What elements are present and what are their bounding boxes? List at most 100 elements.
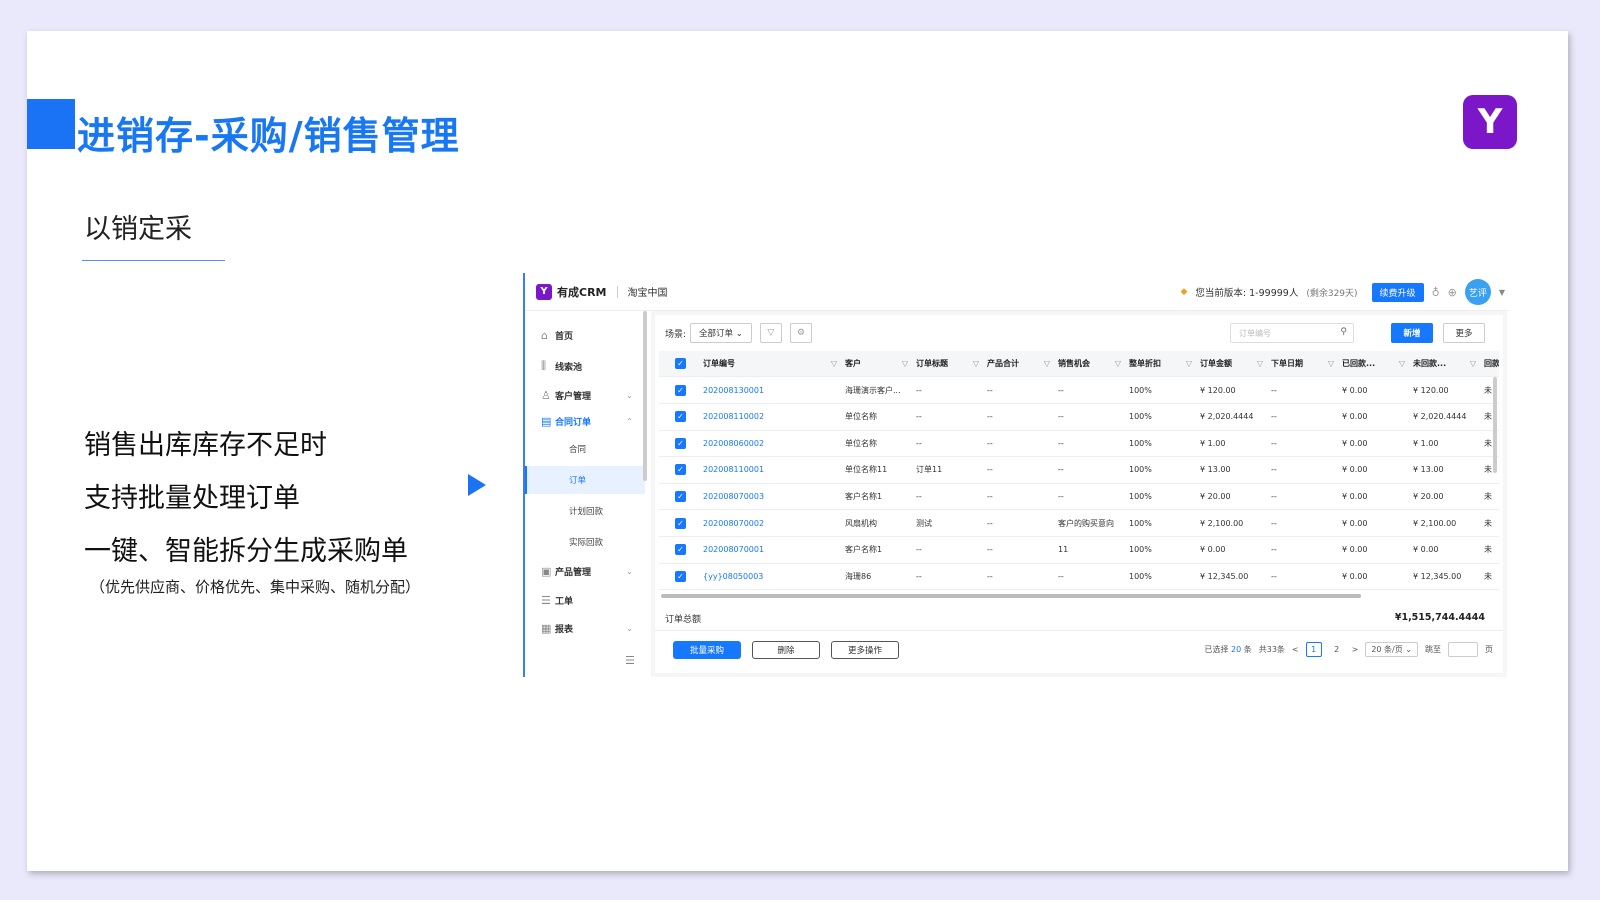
sidebar-item-tickets[interactable]: ☰ 工单 — [525, 586, 645, 614]
filter-bar: 场景: 全部订单 ⌄ ▽ ⚙ — [655, 315, 1503, 351]
sidebar-item-leads[interactable]: ⫼ 线索池 — [525, 352, 645, 380]
upgrade-button[interactable]: 续费升级 — [1371, 282, 1424, 302]
new-button[interactable]: 新增 — [1391, 323, 1433, 343]
row-checkbox[interactable]: ✓ — [675, 464, 686, 476]
page-size-select[interactable]: 20 条/页 ⌄ — [1365, 642, 1418, 657]
next-page-icon[interactable]: > — [1352, 645, 1359, 654]
table-row[interactable]: ✓ 202008070002 风扇机构 测试 -- 客户的购买意向 100% ¥ 2,100.… — [659, 510, 1499, 537]
cell-order-no[interactable]: 202008070003 — [699, 483, 841, 509]
filter-icon[interactable]: ▽ — [1328, 359, 1334, 368]
shirt-icon[interactable]: ♁ — [1432, 286, 1440, 299]
select-all-cell: ✓ — [659, 351, 699, 376]
table-row[interactable]: ✓ 202008110001 单位名称11 订单11 -- -- 100% ¥ 13.00 --… — [659, 457, 1499, 484]
chevron-down-icon[interactable]: ▼ — [1499, 288, 1505, 297]
header-order-title[interactable]: 订单标题 ▽ — [912, 351, 983, 376]
select-all-checkbox[interactable]: ✓ — [675, 358, 686, 369]
filter-icon[interactable]: ▽ — [902, 359, 908, 368]
header-order-date[interactable]: 下单日期 ▽ — [1267, 351, 1338, 376]
filter-icon[interactable]: ▽ — [1186, 359, 1192, 368]
cell-opportunity: -- — [1058, 412, 1064, 422]
header-order-no[interactable]: 订单编号 ▽ — [699, 351, 841, 376]
search-icon[interactable]: ⚲ — [1340, 327, 1347, 337]
filter-icon[interactable]: ▽ — [831, 359, 837, 368]
header-label: 未回款... — [1413, 359, 1447, 368]
header-product-total[interactable]: 产品合计 ▽ — [983, 351, 1054, 376]
filter-icon[interactable]: ▽ — [1399, 359, 1405, 368]
collapse-menu-icon[interactable]: ☰ — [625, 654, 635, 667]
cell-order-title: -- — [916, 571, 922, 581]
horizontal-scrollbar[interactable] — [661, 594, 1361, 598]
sidebar-sub-planned-payment[interactable]: 计划回款 — [525, 497, 645, 525]
header-discount[interactable]: 整单折扣 ▽ — [1125, 351, 1196, 376]
sidebar-item-products[interactable]: ▣ 产品管理 ⌄ — [525, 557, 645, 585]
cell-order-no[interactable]: 202008130001 — [699, 377, 841, 403]
page-1[interactable]: 1 — [1305, 642, 1322, 657]
row-select-cell: ✓ — [659, 404, 699, 430]
filter-icon[interactable]: ▽ — [973, 359, 979, 368]
sidebar-sub-orders[interactable]: 订单 — [525, 466, 645, 494]
cell-order-no[interactable]: 202008070002 — [699, 510, 841, 536]
selected-info: 已选择 20 条 — [1204, 644, 1251, 655]
table-row[interactable]: ✓ 202008070001 客户名称1 -- -- 11 100% ¥ 0.00 -- ¥ 0.… — [659, 537, 1499, 564]
filter-button[interactable]: ▽ — [759, 323, 782, 343]
settings-button[interactable]: ⚙ — [789, 323, 812, 343]
avatar[interactable]: 艺评 — [1464, 279, 1491, 305]
header-customer[interactable]: 客户 ▽ — [841, 351, 912, 376]
sidebar-item-home[interactable]: ⌂ 首页 — [525, 321, 645, 349]
cell-order-no[interactable]: 202008070001 — [699, 537, 841, 563]
filter-icon[interactable]: ▽ — [1257, 359, 1263, 368]
cell-product-total: -- — [987, 491, 993, 501]
batch-purchase-button[interactable]: 批量采购 — [673, 641, 741, 659]
sidebar-item-label: 合同订单 — [555, 417, 592, 428]
company-name[interactable]: 淘宝中国 — [628, 284, 668, 299]
totals-row: 订单总额 ¥1,515,744.4444 — [655, 605, 1503, 631]
bars-icon: ⫼ — [541, 359, 547, 372]
globe-icon[interactable]: ⊕ — [1448, 286, 1457, 299]
sidebar-item-contracts[interactable]: ▤ 合同订单 ⌃ — [525, 407, 645, 435]
cell-received: ¥ 0.00 — [1342, 385, 1368, 395]
sidebar-scrollbar[interactable] — [643, 311, 647, 481]
more-actions-button[interactable]: 更多操作 — [831, 641, 899, 659]
filter-icon[interactable]: ▽ — [1470, 359, 1476, 368]
jump-page-input[interactable] — [1448, 642, 1478, 657]
cell-order-no[interactable]: 202008110002 — [699, 404, 841, 430]
header-unreceived[interactable]: 未回款... ▽ — [1409, 351, 1480, 376]
header-received[interactable]: 已回款... ▽ — [1338, 351, 1409, 376]
cell-order-no[interactable]: 202008060002 — [699, 430, 841, 456]
cell-order-no[interactable]: 202008110001 — [699, 457, 841, 483]
row-checkbox[interactable]: ✓ — [675, 384, 686, 396]
table-row[interactable]: ✓ {yy}08050003 海珊86 -- -- -- 100% ¥ 12,345.00 --… — [659, 563, 1499, 591]
row-checkbox[interactable]: ✓ — [675, 437, 686, 449]
vertical-scrollbar[interactable] — [1493, 377, 1497, 473]
cell-order-no[interactable]: {yy}08050003 — [699, 563, 841, 589]
filter-icon[interactable]: ▽ — [1115, 359, 1121, 368]
row-checkbox[interactable]: ✓ — [675, 570, 686, 582]
sidebar-item-label: 产品管理 — [555, 567, 592, 578]
row-checkbox[interactable]: ✓ — [675, 411, 686, 423]
search-input[interactable]: 订单编号 ⚲ — [1230, 323, 1354, 343]
sidebar-sub-actual-payment[interactable]: 实际回款 — [525, 528, 645, 556]
table-row[interactable]: ✓ 202008110002 单位名称 -- -- -- 100% ¥ 2,020.4444 -… — [659, 404, 1499, 431]
ticket-icon: ☰ — [541, 593, 551, 607]
row-checkbox[interactable]: ✓ — [675, 544, 686, 556]
sidebar-item-reports[interactable]: ▦ 报表 ⌄ — [525, 614, 645, 642]
page-2[interactable]: 2 — [1329, 642, 1345, 657]
sidebar-item-customers[interactable]: ♙ 客户管理 ⌄ — [525, 381, 645, 409]
row-checkbox[interactable]: ✓ — [675, 517, 686, 529]
cell-product-total: -- — [987, 571, 993, 581]
header-payment[interactable]: 回款 — [1480, 351, 1499, 376]
header-label: 订单金额 — [1200, 359, 1232, 368]
delete-button[interactable]: 删除 — [752, 641, 820, 659]
filter-icon[interactable]: ▽ — [1044, 359, 1050, 368]
sidebar-sub-contract[interactable]: 合同 — [525, 435, 645, 463]
table-row[interactable]: ✓ 202008070003 客户名称1 -- -- -- 100% ¥ 20.00 -- ¥ 0… — [659, 483, 1499, 511]
table-row[interactable]: ✓ 202008060002 单位名称 -- -- -- 100% ¥ 1.00 -- ¥ 0.0… — [659, 430, 1499, 458]
table-row[interactable]: ✓ 202008130001 海珊演示客户... -- -- -- 100% ¥ 120.00… — [659, 377, 1499, 404]
header-amount[interactable]: 订单金额 ▽ — [1196, 351, 1267, 376]
version-remaining: (剩余329天) — [1306, 288, 1358, 299]
prev-page-icon[interactable]: < — [1292, 645, 1299, 654]
row-checkbox[interactable]: ✓ — [675, 490, 686, 502]
scene-select[interactable]: 全部订单 ⌄ — [690, 323, 752, 343]
more-button[interactable]: 更多 — [1443, 323, 1485, 343]
header-opportunity[interactable]: 销售机会 ▽ — [1054, 351, 1125, 376]
